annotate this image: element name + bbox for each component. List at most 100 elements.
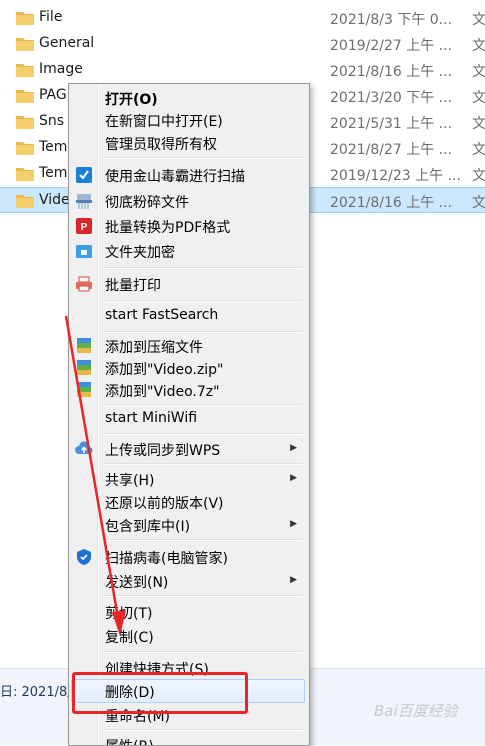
menu-item-add-archive[interactable]: 添加到压缩文件 [71, 334, 305, 358]
archive-icon [77, 382, 91, 397]
shredder-icon [76, 194, 92, 209]
file-name: Tem [39, 139, 68, 155]
menu-item-miniwifi[interactable]: start MiniWifi [71, 407, 305, 431]
menu-label: 文件夹加密 [105, 245, 175, 261]
file-date: 2021/3/20 下午 ... [330, 90, 453, 106]
menu-item-send-to[interactable]: 发送到(N) ▶ [71, 569, 305, 593]
menu-separator [103, 651, 303, 653]
menu-label: 包含到库中(I) [105, 519, 191, 535]
menu-item-shred[interactable]: 彻底粉碎文件 [71, 189, 305, 213]
menu-label: 上传或同步到WPS [105, 443, 221, 459]
menu-item-add-7z[interactable]: 添加到"Video.7z" [71, 378, 305, 402]
kingsoft-antivirus-icon [76, 167, 92, 183]
file-name: Tem [39, 165, 68, 181]
file-name: File [39, 9, 63, 25]
menu-item-add-zip[interactable]: 添加到"Video.zip" [71, 356, 305, 380]
menu-separator [103, 300, 303, 302]
file-type: 文 [472, 168, 485, 184]
menu-label: 发送到(N) [105, 575, 169, 591]
file-name: Vide [39, 192, 70, 208]
folder-lock-icon [76, 245, 92, 258]
menu-item-share[interactable]: 共享(H) ▶ [71, 467, 305, 491]
file-name: Image [39, 61, 83, 77]
watermark: Bai百度经验 [374, 702, 458, 720]
menu-separator [103, 595, 303, 597]
submenu-arrow-icon: ▶ [290, 473, 297, 483]
file-type: 文 [472, 12, 485, 28]
menu-label: 添加到压缩文件 [105, 340, 203, 356]
menu-item-cut[interactable]: 剪切(T) [71, 600, 305, 624]
menu-item-wps-sync[interactable]: 上传或同步到WPS ▶ [71, 437, 305, 461]
file-date: 2021/5/31 上午 ... [330, 116, 453, 132]
menu-separator [103, 267, 303, 269]
file-name: General [39, 35, 95, 51]
folder-icon [16, 116, 34, 129]
file-row[interactable]: File 2021/8/3 下午 0... 文 [0, 5, 485, 31]
menu-item-open[interactable]: 打开(O) [71, 86, 305, 110]
menu-separator [103, 404, 303, 406]
folder-icon [16, 64, 34, 77]
menu-label: 彻底粉碎文件 [105, 195, 189, 211]
submenu-arrow-icon: ▶ [290, 519, 297, 529]
menu-label: 属性(R) [105, 736, 154, 745]
folder-icon [16, 12, 34, 25]
cloud-upload-icon [75, 441, 93, 454]
menu-item-scan-kingsoft[interactable]: 使用金山毒霸进行扫描 [71, 163, 305, 187]
file-date: 2019/12/23 上午 ... [330, 168, 461, 184]
file-name: Sns [39, 113, 65, 129]
menu-label: 添加到"Video.zip" [105, 362, 224, 378]
printer-icon [76, 276, 92, 292]
file-type: 文 [472, 142, 485, 158]
menu-item-encrypt[interactable]: 文件夹加密 [71, 239, 305, 263]
file-row[interactable]: General 2019/2/27 上午 ... 文 [0, 31, 485, 57]
file-type: 文 [472, 90, 485, 106]
menu-separator [103, 729, 303, 731]
menu-label: 复制(C) [105, 630, 154, 646]
menu-separator [103, 433, 303, 435]
menu-separator [103, 539, 303, 541]
menu-separator [103, 331, 303, 333]
menu-label: 共享(H) [105, 473, 155, 489]
folder-icon [16, 195, 34, 208]
menu-item-copy[interactable]: 复制(C) [71, 624, 305, 648]
menu-label: start FastSearch [105, 307, 219, 323]
svg-text:P: P [81, 222, 88, 233]
file-type: 文 [472, 195, 485, 211]
context-menu: 打开(O) 在新窗口中打开(E) 管理员取得所有权 使用金山毒霸进行扫描 彻底粉… [68, 83, 310, 746]
menu-label: 在新窗口中打开(E) [105, 114, 223, 130]
shield-icon [77, 549, 91, 565]
menu-item-scan-virus[interactable]: 扫描病毒(电脑管家) [71, 545, 305, 569]
file-date: 2019/2/27 上午 ... [330, 38, 453, 54]
file-date: 2021/8/16 上午 ... [330, 195, 453, 211]
menu-separator [103, 157, 303, 159]
file-type: 文 [472, 38, 485, 54]
menu-item-properties[interactable]: 属性(R) [71, 733, 305, 745]
menu-label: 扫描病毒(电脑管家) [105, 551, 228, 567]
menu-label: 使用金山毒霸进行扫描 [105, 169, 245, 185]
submenu-arrow-icon: ▶ [290, 575, 297, 585]
file-row[interactable]: Image 2021/8/16 上午 ... 文 [0, 57, 485, 83]
submenu-arrow-icon: ▶ [290, 443, 297, 453]
pdf-icon: P [76, 218, 92, 234]
menu-label: 批量转换为PDF格式 [105, 220, 231, 236]
menu-label: 打开(O) [105, 92, 158, 108]
folder-icon [16, 38, 34, 51]
menu-item-fastsearch[interactable]: start FastSearch [71, 304, 305, 328]
menu-item-open-new-window[interactable]: 在新窗口中打开(E) [71, 108, 305, 132]
menu-item-restore[interactable]: 还原以前的版本(V) [71, 490, 305, 514]
file-type: 文 [472, 64, 485, 80]
menu-label: start MiniWifi [105, 410, 198, 426]
archive-icon [77, 360, 91, 375]
menu-separator [103, 463, 303, 465]
highlight-box [72, 672, 248, 714]
archive-icon [77, 338, 91, 353]
status-text: 日: 2021/8/ [0, 685, 72, 700]
file-type: 文 [472, 116, 485, 132]
menu-item-to-pdf[interactable]: P 批量转换为PDF格式 [71, 214, 305, 238]
menu-item-take-ownership[interactable]: 管理员取得所有权 [71, 131, 305, 155]
menu-item-batch-print[interactable]: 批量打印 [71, 272, 305, 296]
file-name: PAG [39, 87, 67, 103]
menu-label: 管理员取得所有权 [105, 137, 217, 153]
menu-item-include-library[interactable]: 包含到库中(I) ▶ [71, 513, 305, 537]
menu-label: 添加到"Video.7z" [105, 384, 220, 400]
